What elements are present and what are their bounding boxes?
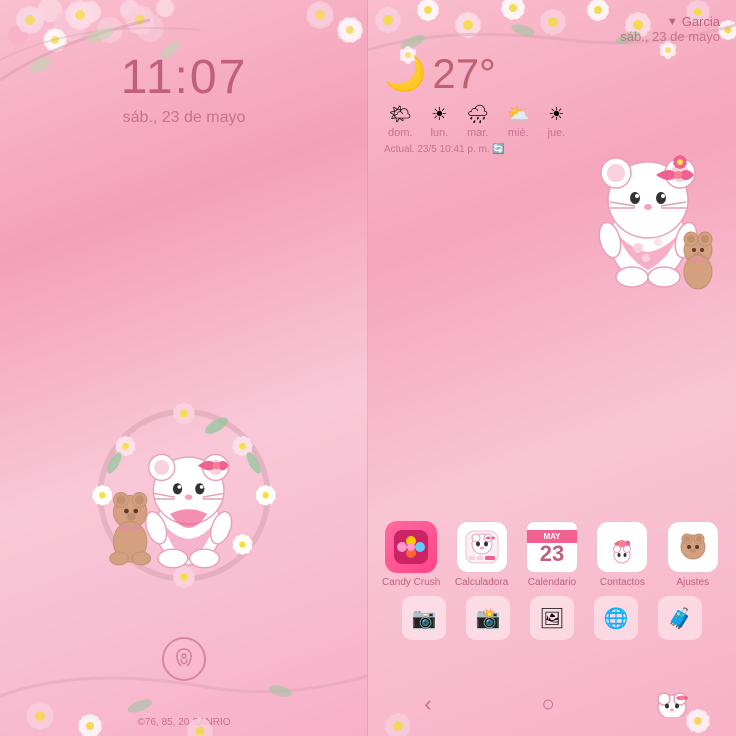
nav-kitty-icon[interactable] xyxy=(650,689,694,719)
app-calculadora-label: Calculadora xyxy=(455,577,508,588)
forecast-dom-name: dom. xyxy=(388,127,412,139)
time-text: 11:07 xyxy=(121,50,248,105)
app-ajustes[interactable]: Ajustes xyxy=(663,521,723,588)
app-calendario-label: Calendario xyxy=(528,577,576,588)
lock-screen: 11:07 sáb., 23 de mayo xyxy=(0,0,368,736)
carrier-row: ▼ Garcia xyxy=(667,14,720,29)
right-date: sáb., 23 de mayo xyxy=(620,29,720,44)
nav-bar: ‹ ○ xyxy=(368,686,736,722)
app-candy-crush-label: Candy Crush xyxy=(382,577,440,588)
app-ajustes-label: Ajustes xyxy=(676,577,709,588)
app-gallery[interactable]: 🖼 xyxy=(530,596,574,640)
time-display: 11:07 sáb., 23 de mayo xyxy=(121,50,248,127)
app-briefcase[interactable]: 🧳 xyxy=(658,596,702,640)
nav-back-button[interactable]: ‹ xyxy=(410,686,446,722)
carrier-name: Garcia xyxy=(682,14,720,29)
forecast-mie-icon: ⛅ xyxy=(507,104,529,125)
kitty-illustration-lock xyxy=(54,356,314,616)
forecast-mar: 🌧 mar. xyxy=(466,104,489,139)
forecast-jue: ☀ jue. xyxy=(548,104,566,139)
forecast-row: 🌤 dom. ☀ lun. 🌧 mar. ⛅ mié. ☀ jue. xyxy=(388,104,720,139)
forecast-jue-icon: ☀ xyxy=(548,104,564,125)
app-calculadora[interactable]: Calculadora xyxy=(452,521,512,588)
forecast-dom: 🌤 dom. xyxy=(388,104,412,139)
app-camera1[interactable]: 📷 xyxy=(402,596,446,640)
fingerprint-icon[interactable] xyxy=(162,637,206,681)
nav-home-button[interactable]: ○ xyxy=(530,686,566,722)
home-screen: ▼ Garcia sáb., 23 de mayo 🌙 27° 🌤 dom. ☀… xyxy=(368,0,736,736)
forecast-mie: ⛅ mié. xyxy=(507,104,529,139)
app-browser[interactable]: 🌐 xyxy=(594,596,638,640)
app-contactos-label: Contactos xyxy=(600,577,645,588)
forecast-dom-icon: 🌤 xyxy=(389,104,412,125)
weather-update: Actual. 23/5 10:41 p. m. 🔄 xyxy=(384,144,720,155)
forecast-mar-name: mar. xyxy=(467,127,488,139)
forecast-mie-name: mié. xyxy=(508,127,529,139)
app-candy-crush[interactable]: Candy Crush xyxy=(381,521,441,588)
forecast-mar-icon: 🌧 xyxy=(466,104,489,125)
forecast-lun-icon: ☀ xyxy=(431,104,447,125)
weather-temp: 27° xyxy=(432,50,496,98)
app-row-1: Candy Crush xyxy=(368,521,736,588)
weather-icon: 🌙 xyxy=(384,54,426,94)
app-contactos[interactable]: Contactos xyxy=(592,521,652,588)
app-camera2[interactable]: 📸 xyxy=(466,596,510,640)
date-text: sáb., 23 de mayo xyxy=(121,109,248,127)
forecast-jue-name: jue. xyxy=(548,127,566,139)
forecast-lun: ☀ lun. xyxy=(430,104,448,139)
app-row-2: 📷 📸 🖼 🌐 🧳 xyxy=(368,596,736,640)
app-calendario[interactable]: MAY 23 Calendario xyxy=(522,521,582,588)
forecast-lun-name: lun. xyxy=(430,127,448,139)
copyright-text: ©76, 85, 20 SANRIO xyxy=(138,717,231,728)
signal-icon: ▼ xyxy=(667,16,678,28)
